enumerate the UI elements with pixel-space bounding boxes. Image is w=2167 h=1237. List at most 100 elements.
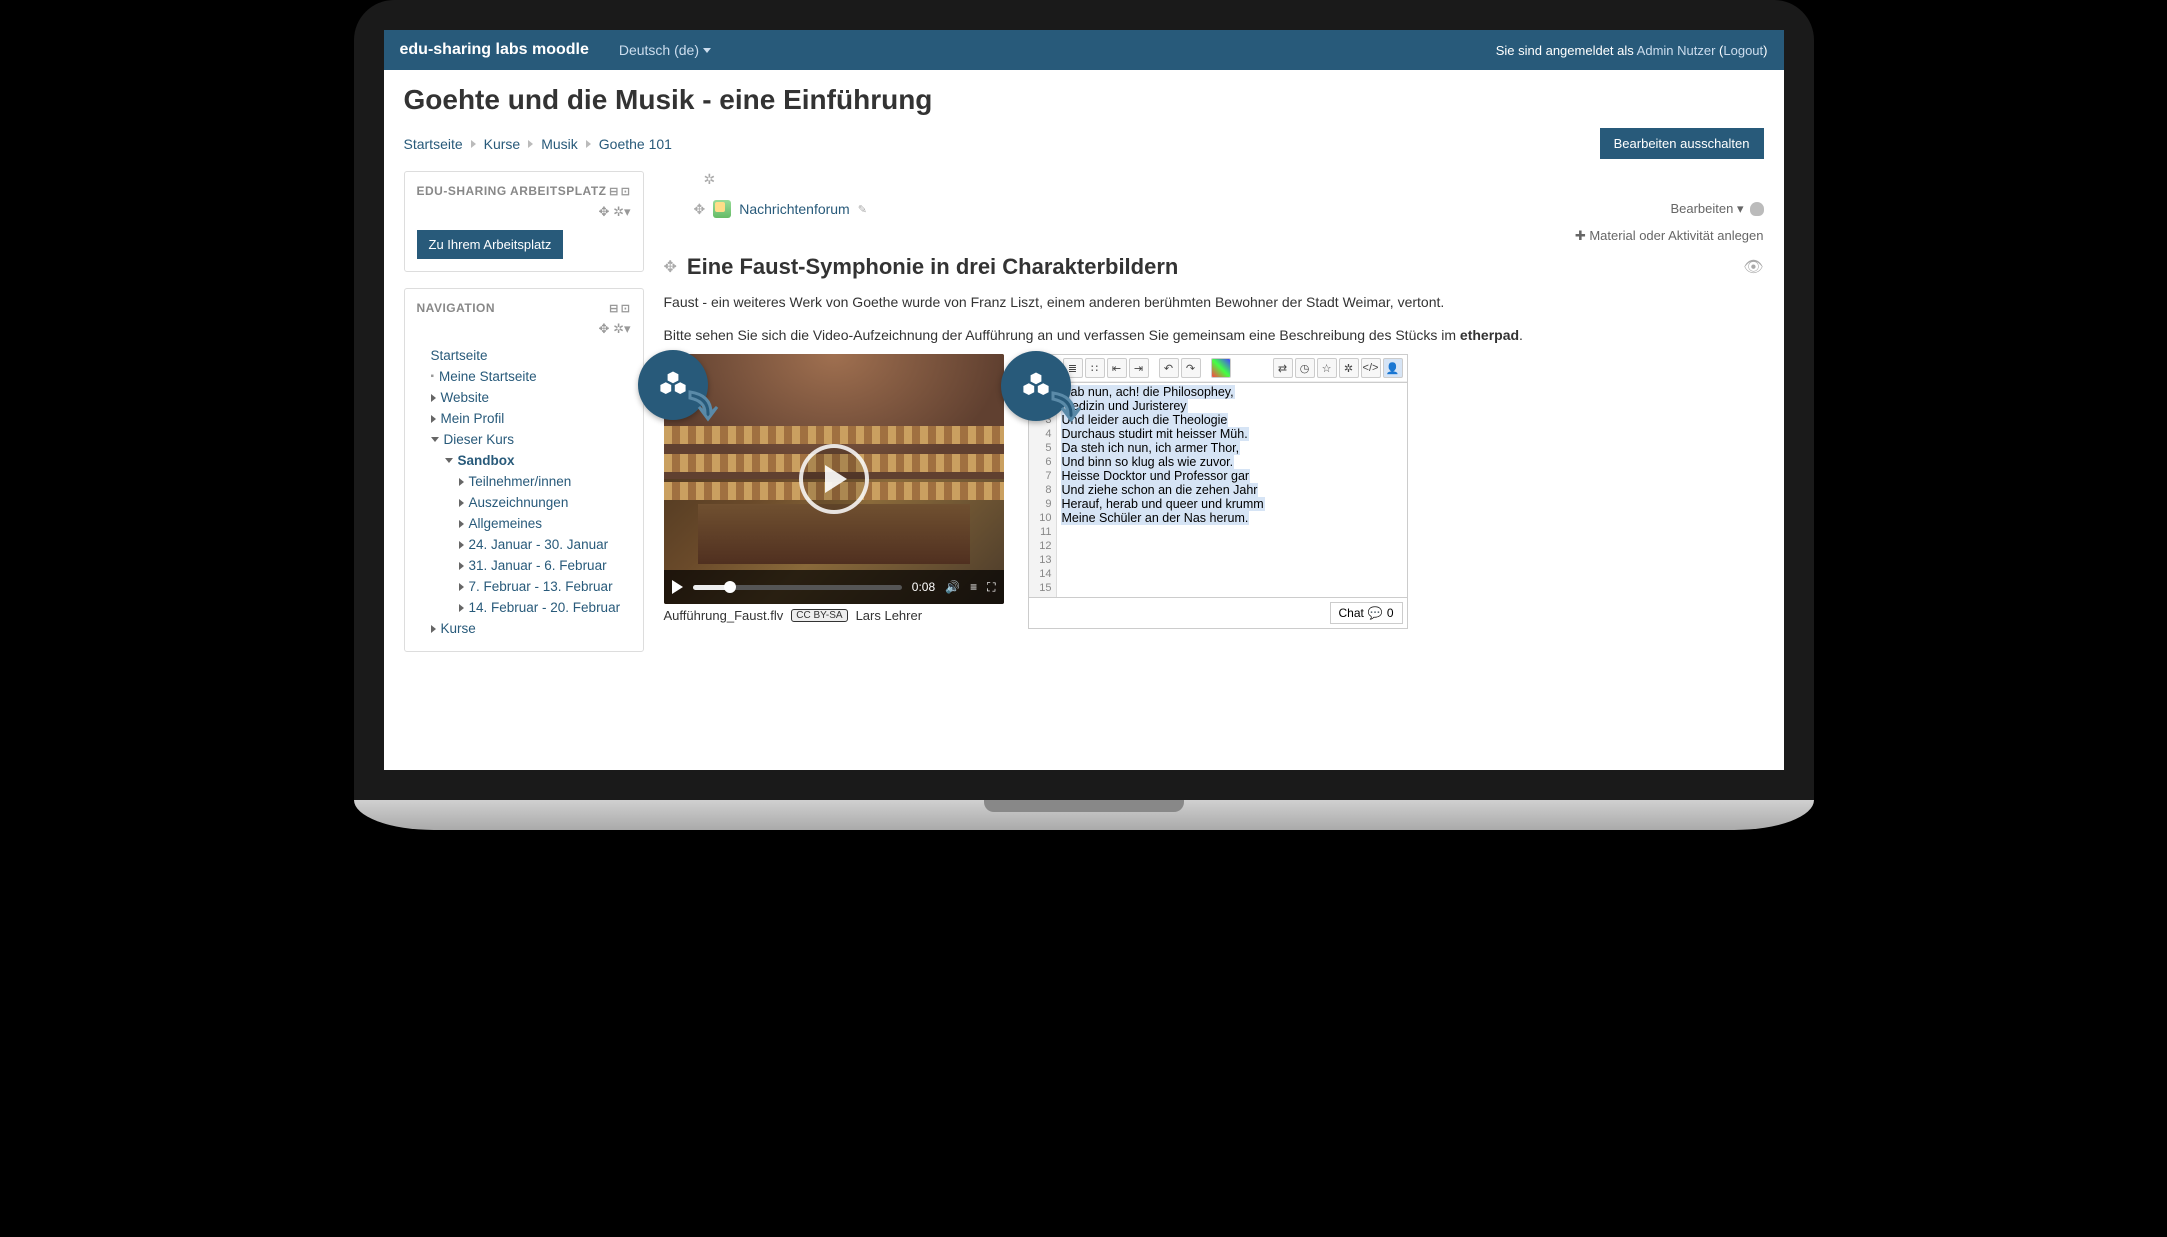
pencil-icon[interactable]: ✎ bbox=[858, 203, 867, 216]
user-link[interactable]: Admin Nutzer bbox=[1637, 43, 1716, 58]
nav-week3[interactable]: 7. Februar - 13. Februar bbox=[469, 579, 613, 594]
video-embed: 0:08 🔊 ≡ ⛶ Aufführung_Faust.flv CC BY-SA… bbox=[664, 354, 1004, 629]
breadcrumb-sep-icon bbox=[586, 140, 591, 148]
gear-icon[interactable]: ✲ bbox=[704, 171, 716, 187]
editor-lines[interactable]: Hab nun, ach! die Philosophey,Medizin un… bbox=[1057, 383, 1407, 597]
nav-mein-profil[interactable]: Mein Profil bbox=[441, 411, 505, 426]
settings-icon[interactable]: ≡ bbox=[970, 580, 977, 594]
expand-icon[interactable] bbox=[431, 394, 436, 402]
expand-icon[interactable] bbox=[431, 625, 436, 633]
expand-icon[interactable] bbox=[459, 604, 464, 612]
crumb-start[interactable]: Startseite bbox=[404, 136, 463, 152]
fullscreen-icon[interactable]: ⛶ bbox=[987, 580, 995, 595]
gear-icon[interactable]: ✲▾ bbox=[613, 321, 630, 336]
nav-website[interactable]: Website bbox=[441, 390, 490, 405]
dock-icon[interactable]: ⊟ bbox=[609, 302, 619, 315]
login-prefix: Sie sind angemeldet als bbox=[1496, 43, 1637, 58]
language-label: Deutsch (de) bbox=[619, 42, 699, 58]
toggle-editing-button[interactable]: Bearbeiten ausschalten bbox=[1600, 128, 1764, 159]
laptop-base bbox=[354, 800, 1814, 830]
nav-week1[interactable]: 24. Januar - 30. Januar bbox=[469, 537, 609, 552]
chat-icon: 💬 bbox=[1368, 606, 1383, 620]
video-author: Lars Lehrer bbox=[856, 608, 922, 623]
activity-forum: ✥ Nachrichtenforum ✎ Bearbeiten ▾ bbox=[664, 196, 1764, 222]
chevron-down-icon bbox=[703, 48, 711, 53]
nav-allgemeines[interactable]: Allgemeines bbox=[469, 516, 543, 531]
play-icon[interactable] bbox=[672, 580, 683, 594]
chat-button[interactable]: Chat 💬 0 bbox=[1330, 602, 1403, 624]
hide-icon[interactable]: ⊡ bbox=[621, 302, 631, 315]
login-status: Sie sind angemeldet als Admin Nutzer (Lo… bbox=[1496, 43, 1768, 58]
block-title: EDU-SHARING ARBEITSPLATZ bbox=[417, 184, 607, 198]
users-button[interactable]: 👤 bbox=[1383, 358, 1403, 378]
breadcrumb-sep-icon bbox=[471, 140, 476, 148]
eye-icon[interactable]: 👁 bbox=[1743, 257, 1763, 277]
settings-button[interactable]: ✲ bbox=[1339, 358, 1359, 378]
play-icon bbox=[825, 465, 847, 493]
logout-link[interactable]: Logout bbox=[1723, 43, 1763, 58]
collapse-icon[interactable] bbox=[431, 437, 439, 442]
section-desc-1: Faust - ein weiteres Werk von Goethe wur… bbox=[664, 292, 1764, 313]
move-icon[interactable]: ✥ bbox=[694, 201, 706, 218]
license-badge: CC BY-SA bbox=[791, 609, 847, 622]
move-icon[interactable]: ✥ bbox=[599, 204, 610, 219]
progress-track[interactable] bbox=[693, 585, 902, 590]
section-title: Eine Faust-Symphonie in drei Charakterbi… bbox=[687, 254, 1178, 280]
undo-button[interactable]: ↶ bbox=[1159, 358, 1179, 378]
workspace-button[interactable]: Zu Ihrem Arbeitsplatz bbox=[417, 230, 564, 259]
expand-icon[interactable] bbox=[459, 520, 464, 528]
move-icon[interactable]: ✥ bbox=[599, 321, 610, 336]
person-icon[interactable] bbox=[1750, 202, 1764, 216]
star-button[interactable]: ☆ bbox=[1317, 358, 1337, 378]
indent-button[interactable]: ⇥ bbox=[1129, 358, 1149, 378]
expand-icon[interactable] bbox=[459, 562, 464, 570]
video-time: 0:08 bbox=[912, 580, 935, 594]
redo-button[interactable]: ↷ bbox=[1181, 358, 1201, 378]
nav-sandbox[interactable]: Sandbox bbox=[458, 453, 515, 468]
brand[interactable]: edu-sharing labs moodle bbox=[400, 41, 589, 59]
crumb-goethe[interactable]: Goethe 101 bbox=[599, 136, 672, 152]
expand-icon[interactable] bbox=[431, 415, 436, 423]
nav-kurse[interactable]: Kurse bbox=[441, 621, 476, 636]
play-button[interactable] bbox=[799, 444, 869, 514]
import-export-button[interactable]: ⇄ bbox=[1273, 358, 1293, 378]
expand-icon[interactable] bbox=[459, 478, 464, 486]
editor-body[interactable]: 123456789101112131415 Hab nun, ach! die … bbox=[1029, 383, 1407, 597]
laptop-screen: edu-sharing labs moodle Deutsch (de) Sie… bbox=[354, 0, 1814, 800]
collapse-icon[interactable] bbox=[445, 458, 453, 463]
expand-icon[interactable] bbox=[459, 499, 464, 507]
expand-icon[interactable] bbox=[459, 541, 464, 549]
timeslider-button[interactable]: ◷ bbox=[1295, 358, 1315, 378]
nav-start[interactable]: Startseite bbox=[431, 348, 488, 363]
nav-week4[interactable]: 14. Februar - 20. Februar bbox=[469, 600, 621, 615]
language-selector[interactable]: Deutsch (de) bbox=[619, 42, 711, 58]
hide-icon[interactable]: ⊡ bbox=[621, 185, 631, 198]
topbar: edu-sharing labs moodle Deutsch (de) Sie… bbox=[384, 30, 1784, 70]
bullet-icon: ▪ bbox=[431, 371, 435, 382]
nav-teilnehmer[interactable]: Teilnehmer/innen bbox=[469, 474, 572, 489]
video-controls: 0:08 🔊 ≡ ⛶ bbox=[664, 570, 1004, 604]
crumb-kurse[interactable]: Kurse bbox=[484, 136, 521, 152]
color-button[interactable] bbox=[1211, 358, 1231, 378]
crumb-musik[interactable]: Musik bbox=[541, 136, 578, 152]
embed-button[interactable]: </> bbox=[1361, 358, 1381, 378]
nav-dieser-kurs[interactable]: Dieser Kurs bbox=[444, 432, 515, 447]
video-caption: Aufführung_Faust.flv CC BY-SA Lars Lehre… bbox=[664, 608, 1004, 623]
nav-week2[interactable]: 31. Januar - 6. Februar bbox=[469, 558, 607, 573]
editor-toolbar: S ≣ ∷ ⇤ ⇥ ↶ ↷ bbox=[1029, 355, 1407, 383]
expand-icon[interactable] bbox=[459, 583, 464, 591]
outdent-button[interactable]: ⇤ bbox=[1107, 358, 1127, 378]
ul-button[interactable]: ∷ bbox=[1085, 358, 1105, 378]
nav-auszeichnungen[interactable]: Auszeichnungen bbox=[469, 495, 569, 510]
volume-icon[interactable]: 🔊 bbox=[945, 580, 960, 594]
add-activity-link[interactable]: ✚ Material oder Aktivität anlegen bbox=[664, 228, 1764, 244]
block-workspace: EDU-SHARING ARBEITSPLATZ ⊟ ⊡ ✥ ✲▾ Zu Ihr… bbox=[404, 171, 644, 272]
breadcrumb: Startseite Kurse Musik Goethe 101 bbox=[404, 136, 672, 152]
forum-link[interactable]: Nachrichtenforum bbox=[739, 201, 850, 217]
gear-icon[interactable]: ✲▾ bbox=[613, 204, 630, 219]
move-icon[interactable]: ✥ bbox=[664, 257, 677, 277]
main-content: ✲ ✥ Nachrichtenforum ✎ Bearbeiten ▾ ✚ Ma… bbox=[664, 171, 1764, 668]
nav-meine-startseite[interactable]: Meine Startseite bbox=[439, 369, 537, 384]
edit-dropdown[interactable]: Bearbeiten ▾ bbox=[1670, 201, 1743, 217]
dock-icon[interactable]: ⊟ bbox=[609, 185, 619, 198]
